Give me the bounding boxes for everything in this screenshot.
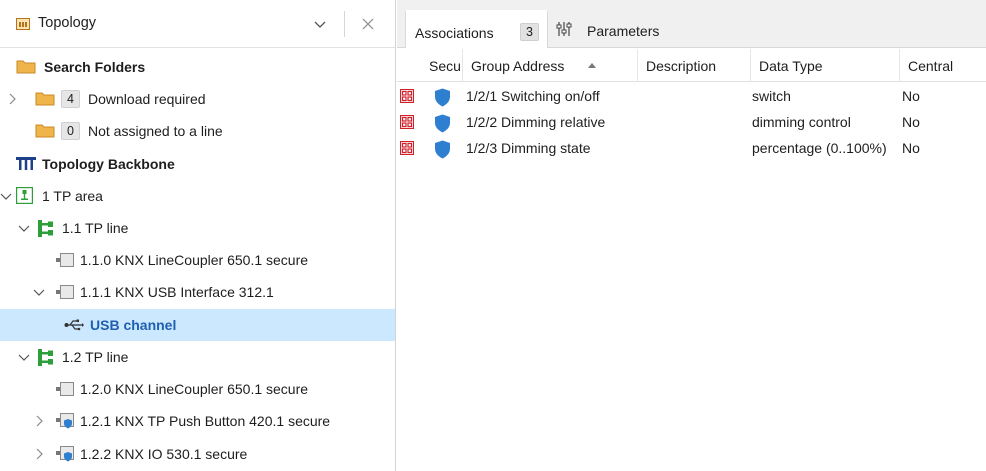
device-icon: [56, 382, 74, 396]
tab-label: Parameters: [587, 23, 660, 39]
tree-item-download-required[interactable]: 4 Download required: [0, 83, 395, 115]
tree-item-label: Search Folders: [44, 59, 146, 75]
table-header: Secu Group Address Description Data Type…: [397, 49, 986, 82]
cell-data-type: switch: [752, 88, 791, 104]
tree-item-usb-channel[interactable]: USB channel: [0, 309, 395, 341]
column-header-description[interactable]: Description: [646, 58, 716, 74]
tree-item-label: USB channel: [90, 317, 177, 333]
shield-icon: [435, 88, 450, 107]
tree-item-topology-backbone[interactable]: Topology Backbone: [0, 148, 395, 180]
tree-item-device-1-1-0[interactable]: 1.1.0 KNX LineCoupler 650.1 secure: [0, 244, 395, 276]
table-row[interactable]: 1/2/1 Switching on/off switch No: [397, 85, 986, 108]
count-badge: 4: [61, 90, 80, 108]
tree-item-label: Topology Backbone: [42, 156, 175, 172]
tree-item-label: 1.1.0 KNX LineCoupler 650.1 secure: [80, 252, 309, 268]
tree-item-label: 1.1 TP line: [62, 220, 129, 236]
cell-data-type: percentage (0..100%): [752, 140, 887, 156]
table-row[interactable]: 1/2/3 Dimming state percentage (0..100%)…: [397, 137, 986, 160]
folder-icon: [35, 124, 55, 138]
cell-central: No: [902, 114, 920, 130]
tab-parameters[interactable]: Parameters: [553, 10, 683, 48]
chevron-down-icon[interactable]: [314, 20, 326, 30]
usb-icon: [64, 319, 84, 331]
cell-group-address: 1/2/1 Switching on/off: [466, 88, 600, 104]
column-header-security[interactable]: Secu: [429, 58, 461, 74]
chevron-right-icon[interactable]: [33, 448, 45, 460]
group-object-icon: [400, 115, 414, 129]
header-divider: [344, 11, 345, 37]
column-header-data-type[interactable]: Data Type: [759, 58, 823, 74]
chevron-down-icon[interactable]: [33, 286, 45, 298]
column-header-group-address[interactable]: Group Address: [471, 58, 564, 74]
cell-data-type: dimming control: [752, 114, 851, 130]
shield-icon: [435, 140, 450, 159]
tree-item-line-1-2[interactable]: 1.2 TP line: [0, 341, 395, 373]
tab-bar: Associations 3 Parameters: [397, 0, 986, 48]
table-row[interactable]: 1/2/2 Dimming relative dimming control N…: [397, 111, 986, 134]
panel-title: Topology: [38, 15, 97, 31]
tree-item-label: Download required: [88, 91, 206, 107]
tree-item-device-1-1-1[interactable]: 1.1.1 KNX USB Interface 312.1: [0, 276, 395, 308]
device-icon: [56, 285, 74, 299]
tree-item-label: 1.2.1 KNX TP Push Button 420.1 secure: [80, 413, 331, 429]
tab-label: Associations: [415, 25, 494, 41]
tree-item-label: 1.2.0 KNX LineCoupler 650.1 secure: [80, 381, 309, 397]
secure-device-icon: [56, 446, 74, 462]
tree-item-label: 1 TP area: [42, 188, 103, 204]
topology-icon: [16, 18, 30, 30]
column-header-central[interactable]: Central: [908, 58, 953, 74]
column-divider[interactable]: [899, 49, 900, 82]
chevron-right-icon[interactable]: [33, 415, 45, 427]
tree-item-label: 1.1.1 KNX USB Interface 312.1: [80, 284, 274, 300]
cell-central: No: [902, 88, 920, 104]
column-divider[interactable]: [750, 49, 751, 82]
close-icon[interactable]: [362, 18, 374, 30]
tree-item-search-folders[interactable]: Search Folders: [0, 51, 395, 83]
group-object-icon: [400, 141, 414, 155]
secure-device-icon: [56, 413, 74, 429]
tree-item-label: Not assigned to a line: [88, 123, 223, 139]
chevron-down-icon[interactable]: [18, 351, 30, 363]
column-divider[interactable]: [462, 49, 463, 82]
folder-icon: [16, 60, 36, 74]
group-object-icon: [400, 89, 414, 103]
tree-item-device-1-2-1[interactable]: 1.2.1 KNX TP Push Button 420.1 secure: [0, 405, 395, 437]
cell-group-address: 1/2/3 Dimming state: [466, 140, 591, 156]
shield-icon: [435, 114, 450, 133]
line-icon: [38, 220, 53, 237]
tree-item-label: 1.2.2 KNX IO 530.1 secure: [80, 446, 248, 462]
details-panel: Associations 3 Parameters Secu Group Add…: [397, 0, 986, 471]
cell-group-address: 1/2/2 Dimming relative: [466, 114, 606, 130]
parameters-icon: [556, 22, 572, 36]
line-icon: [38, 349, 53, 366]
tree-item-device-1-2-2[interactable]: 1.2.2 KNX IO 530.1 secure: [0, 438, 395, 470]
topology-panel-header: Topology: [0, 0, 395, 48]
tree-item-line-1-1[interactable]: 1.1 TP line: [0, 212, 395, 244]
tree-item-tp-area[interactable]: 1 TP area: [0, 180, 395, 212]
folder-icon: [35, 92, 55, 106]
count-badge: 0: [61, 122, 80, 140]
tree-item-not-assigned[interactable]: 0 Not assigned to a line: [0, 115, 395, 147]
column-divider[interactable]: [637, 49, 638, 82]
tree-item-label: 1.2 TP line: [62, 349, 129, 365]
tree-item-device-1-2-0[interactable]: 1.2.0 KNX LineCoupler 650.1 secure: [0, 373, 395, 405]
chevron-down-icon[interactable]: [18, 222, 30, 234]
backbone-icon: [16, 157, 36, 170]
topology-panel: Topology Search Folders 4 Download requi…: [0, 0, 396, 471]
cell-central: No: [902, 140, 920, 156]
sort-ascending-icon: [588, 63, 596, 68]
area-icon: [16, 187, 33, 204]
device-icon: [56, 253, 74, 267]
tab-associations[interactable]: Associations 3: [405, 10, 548, 48]
count-badge: 3: [520, 23, 539, 41]
chevron-down-icon[interactable]: [0, 190, 12, 202]
chevron-right-icon[interactable]: [6, 93, 18, 105]
